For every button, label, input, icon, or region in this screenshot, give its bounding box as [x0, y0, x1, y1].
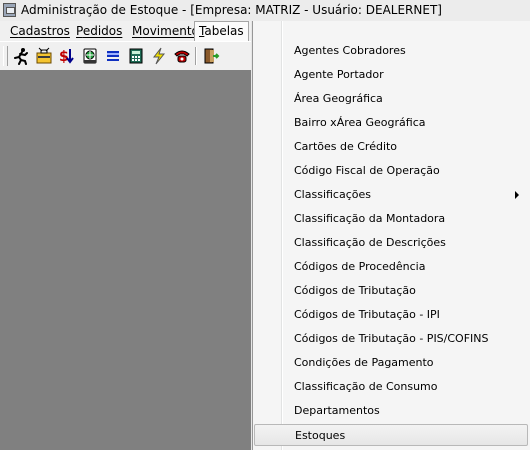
menu-item-classificacoes[interactable]: Classificações: [254, 184, 528, 206]
title-bar: Administração de Estoque - [Empresa: MAT…: [0, 0, 530, 22]
tabelas-dropdown-menu: Agentes Cobradores Agente Portador Área …: [252, 21, 530, 450]
menu-item-label: Códigos de Tributação - IPI: [294, 308, 440, 321]
menu-cadastros-label: adastros: [18, 24, 70, 38]
menu-item-label: Cartões de Crédito: [294, 140, 398, 153]
menu-item-codigos-de-tributacao[interactable]: Códigos de Tributação: [254, 280, 528, 302]
list-icon[interactable]: [103, 46, 123, 66]
menu-movimento-mnemonic: M: [132, 24, 143, 38]
menu-item-agente-portador[interactable]: Agente Portador: [254, 64, 528, 86]
menu-tabelas[interactable]: Tabelas: [194, 21, 249, 41]
menu-tabelas-label: abelas: [204, 24, 244, 38]
menu-item-bairro-area-geografica[interactable]: Bairro xÁrea Geográfica: [254, 112, 528, 134]
menu-item-label: Códigos de Procedência: [294, 260, 426, 273]
menu-item-estoques[interactable]: Estoques: [254, 424, 528, 446]
menu-item-label: Condições de Pagamento: [294, 356, 434, 369]
exit-door-icon[interactable]: [201, 46, 221, 66]
menu-item-label: Código Fiscal de Operação: [294, 164, 440, 177]
toolbar: $: [0, 41, 252, 71]
menu-item-cartoes-de-credito[interactable]: Cartões de Crédito: [254, 136, 528, 158]
menu-pedidos-mnemonic: P: [76, 24, 83, 38]
briefcase-icon[interactable]: [34, 46, 54, 66]
globe-icon[interactable]: [80, 46, 100, 66]
currency-transfer-icon[interactable]: $: [57, 46, 77, 66]
menu-item-area-geografica[interactable]: Área Geográfica: [254, 88, 528, 110]
menu-item-label: Classificações: [294, 188, 371, 201]
window-title: Administração de Estoque - [Empresa: MAT…: [21, 3, 442, 17]
menu-item-codigos-de-tributacao-pis-cofins[interactable]: Códigos de Tributação - PIS/COFINS: [254, 328, 528, 350]
menu-item-label: Agentes Cobradores: [294, 44, 406, 57]
menu-item-label: Classificação de Descrições: [294, 236, 446, 249]
menu-item-label: Códigos de Tributação - PIS/COFINS: [294, 332, 489, 345]
running-man-icon[interactable]: [11, 46, 31, 66]
menu-pedidos-label: edidos: [82, 24, 123, 38]
application-icon[interactable]: [3, 3, 16, 17]
menu-movimento-label: ovimento: [142, 24, 199, 38]
menu-item-label: Agente Portador: [294, 68, 384, 81]
calculator-icon[interactable]: [126, 46, 146, 66]
mdi-workspace[interactable]: [0, 70, 252, 450]
menu-item-classificacao-de-descricoes[interactable]: Classificação de Descrições: [254, 232, 528, 254]
menu-pedidos[interactable]: Pedidos: [76, 24, 122, 38]
menu-item-label: Área Geográfica: [294, 92, 383, 105]
menu-item-codigo-fiscal-de-operacao[interactable]: Código Fiscal de Operação: [254, 160, 528, 182]
menu-item-condicoes-de-pagamento[interactable]: Condições de Pagamento: [254, 352, 528, 374]
menu-item-classificacao-da-montadora[interactable]: Classificação da Montadora: [254, 208, 528, 230]
menu-item-label: Classificação da Montadora: [294, 212, 446, 225]
toolbar-separator: [195, 47, 197, 65]
menu-item-codigos-de-procedencia[interactable]: Códigos de Procedência: [254, 256, 528, 278]
menu-cadastros[interactable]: Cadastros: [10, 24, 70, 38]
menu-movimento[interactable]: Movimento: [132, 24, 199, 38]
menu-item-label: Departamentos: [294, 404, 380, 417]
menu-item-label: Classificação de Consumo: [294, 380, 438, 393]
menu-item-label: Bairro xÁrea Geográfica: [294, 116, 426, 129]
svg-text:$: $: [59, 49, 69, 65]
menu-item-departamentos[interactable]: Departamentos: [254, 400, 528, 422]
toolbar-grip[interactable]: [3, 46, 8, 66]
telephone-icon[interactable]: [172, 46, 192, 66]
menu-item-label: Códigos de Tributação: [294, 284, 416, 297]
lightning-icon[interactable]: [149, 46, 169, 66]
menu-item-classificacao-de-consumo[interactable]: Classificação de Consumo: [254, 376, 528, 398]
menu-item-codigos-de-tributacao-ipi[interactable]: Códigos de Tributação - IPI: [254, 304, 528, 326]
menu-item-agentes-cobradores[interactable]: Agentes Cobradores: [254, 40, 528, 62]
menu-item-label: Estoques: [295, 429, 346, 442]
submenu-arrow-icon: [515, 191, 519, 199]
